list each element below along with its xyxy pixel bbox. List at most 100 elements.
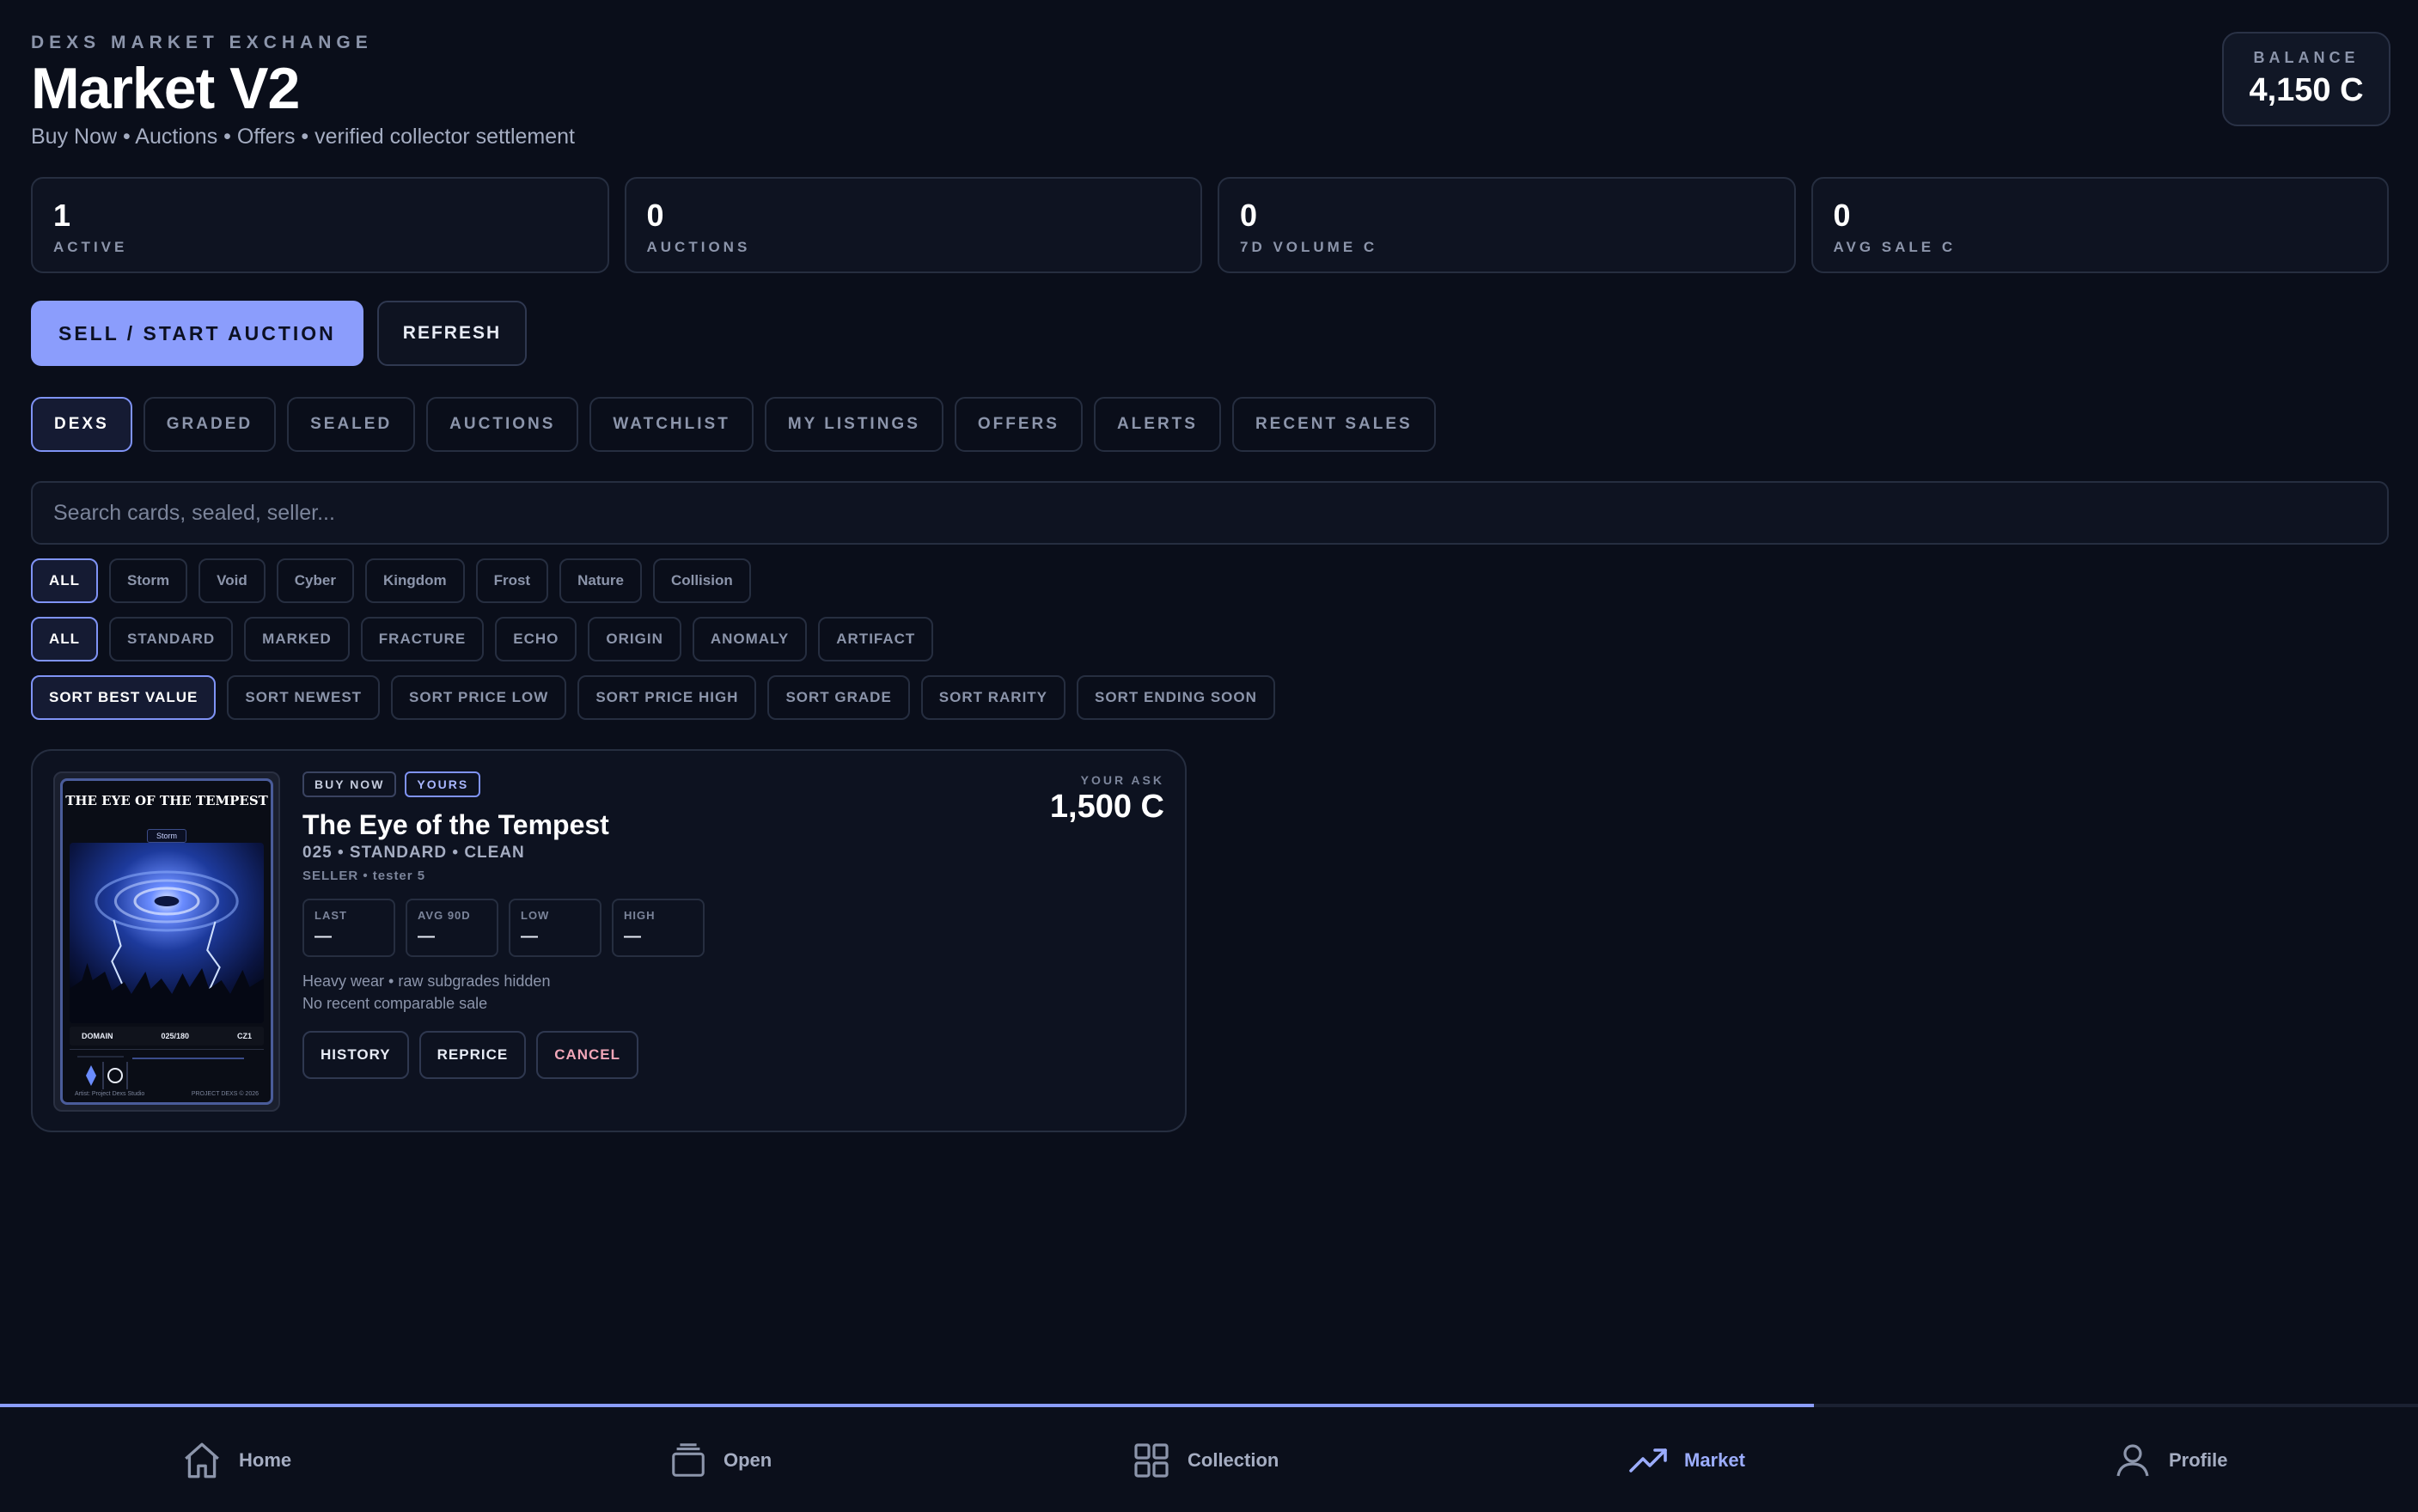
card-number: 025/180 — [161, 1032, 190, 1040]
sort-rarity[interactable]: SORT RARITY — [920, 675, 1066, 720]
tab-graded[interactable]: GRADED — [143, 397, 277, 452]
domain-filter-nature[interactable]: Nature — [559, 558, 642, 603]
stat-value: 0 — [1833, 198, 1851, 233]
card-artwork — [70, 843, 264, 1023]
condition-note: Heavy wear • raw subgrades hidden — [302, 972, 551, 990]
card-credit-line: Artist: Project Dexs Studio PROJECT DEXS… — [75, 1091, 259, 1097]
sort-price-high[interactable]: SORT PRICE HIGH — [577, 675, 757, 720]
card-thumbnail-title: THE EYE OF THE TEMPEST — [65, 793, 268, 808]
listing-seller: SELLER • tester 5 — [302, 869, 426, 883]
stat-value: 1 — [53, 198, 71, 233]
sort-newest[interactable]: SORT NEWEST — [227, 675, 381, 720]
stat-label: 7D VOLUME C — [1240, 239, 1378, 255]
nav-label: Open — [724, 1449, 772, 1471]
nav-profile[interactable]: Profile — [2112, 1436, 2227, 1485]
tab-sealed[interactable]: SEALED — [287, 397, 416, 452]
tab-offers[interactable]: OFFERS — [954, 397, 1083, 452]
storm-vortex-image — [70, 843, 264, 1023]
price-stat-last: LAST — — [302, 899, 395, 957]
search-input[interactable] — [31, 481, 2389, 545]
tab-auctions[interactable]: AUCTIONS — [426, 397, 579, 452]
card-set-code: CZ1 — [236, 1032, 252, 1040]
listing-card[interactable]: THE EYE OF THE TEMPEST Storm DOMAIN 025/… — [31, 749, 1187, 1132]
price-stat-value: — — [624, 927, 641, 946]
nav-label: Collection — [1188, 1449, 1279, 1471]
tab-recent-sales[interactable]: RECENT SALES — [1231, 397, 1436, 452]
stat-auctions: 0 AUCTIONS — [624, 177, 1202, 273]
stat-label: ACTIVE — [53, 239, 128, 255]
tab-watchlist[interactable]: WATCHLIST — [589, 397, 754, 452]
card-copyright: PROJECT DEXS © 2026 — [191, 1091, 259, 1097]
cancel-button[interactable]: CANCEL — [536, 1031, 639, 1079]
market-tabs: DEXS GRADED SEALED AUCTIONS WATCHLIST MY… — [31, 397, 1436, 452]
domain-filter-kingdom[interactable]: Kingdom — [364, 558, 465, 603]
buy-now-badge: BUY NOW — [302, 771, 397, 797]
card-frame: THE EYE OF THE TEMPEST Storm DOMAIN 025/… — [60, 778, 273, 1105]
stats-row: 1 ACTIVE 0 AUCTIONS 0 7D VOLUME C 0 AVG … — [31, 177, 2389, 273]
refresh-button[interactable]: REFRESH — [376, 301, 528, 366]
domain-filter-storm[interactable]: Storm — [109, 558, 188, 603]
page-subtitle: Buy Now • Auctions • Offers • verified c… — [31, 125, 575, 149]
page-title: Market V2 — [31, 56, 300, 121]
type-filter-all[interactable]: ALL — [31, 617, 99, 662]
page-eyebrow: DEXS MARKET EXCHANGE — [31, 33, 373, 52]
balance-value: 4,150 C — [2249, 72, 2364, 108]
price-stat-value: — — [521, 927, 538, 946]
nav-market[interactable]: Market — [1627, 1436, 1745, 1485]
sort-best-value[interactable]: SORT BEST VALUE — [31, 675, 217, 720]
tab-alerts[interactable]: ALERTS — [1093, 397, 1221, 452]
price-stat-high: HIGH — — [612, 899, 705, 957]
type-filter-fracture[interactable]: FRACTURE — [360, 617, 485, 662]
price-stat-avg-90d: AVG 90D — — [406, 899, 498, 957]
type-filter-origin[interactable]: ORIGIN — [588, 617, 681, 662]
stat-value: 0 — [646, 198, 664, 233]
reprice-button[interactable]: REPRICE — [418, 1031, 527, 1079]
sort-grade[interactable]: SORT GRADE — [767, 675, 910, 720]
price-stat-label: AVG 90D — [418, 909, 471, 922]
type-filter-artifact[interactable]: ARTIFACT — [818, 617, 934, 662]
price-stat-label: LOW — [521, 909, 550, 922]
domain-filter-collision[interactable]: Collision — [652, 558, 751, 603]
trending-up-icon — [1629, 1448, 1667, 1472]
sort-ending-soon[interactable]: SORT ENDING SOON — [1077, 675, 1275, 720]
sort-price-low[interactable]: SORT PRICE LOW — [391, 675, 567, 720]
listing-title[interactable]: The Eye of the Tempest — [302, 809, 609, 841]
stat-label: AUCTIONS — [646, 239, 751, 255]
tab-dexs[interactable]: DEXS — [31, 397, 132, 452]
price-stat-value: — — [314, 927, 332, 946]
nav-label: Home — [239, 1449, 292, 1471]
price-stat-label: HIGH — [624, 909, 656, 922]
price-stats: LAST — AVG 90D — LOW — HIGH — — [302, 899, 705, 957]
yours-badge: YOURS — [405, 771, 481, 797]
stat-label: AVG SALE C — [1833, 239, 1957, 255]
price-stat-value: — — [418, 927, 435, 946]
sell-auction-button[interactable]: SELL / START AUCTION — [31, 301, 363, 366]
domain-filter-frost[interactable]: Frost — [475, 558, 549, 603]
nav-open[interactable]: Open — [669, 1436, 772, 1485]
card-domain-label: DOMAIN — [82, 1032, 113, 1040]
comparable-sale-note: No recent comparable sale — [302, 995, 488, 1012]
domain-filter-all[interactable]: ALL — [31, 558, 99, 603]
listing-badges: BUY NOW YOURS — [302, 771, 481, 797]
nav-collection[interactable]: Collection — [1131, 1436, 1279, 1485]
type-filter-anomaly[interactable]: ANOMALY — [692, 617, 808, 662]
type-filter-standard[interactable]: STANDARD — [109, 617, 234, 662]
type-filter-marked[interactable]: MARKED — [244, 617, 350, 662]
price-stat-label: LAST — [314, 909, 347, 922]
listing-meta: 025 • STANDARD • CLEAN — [302, 844, 525, 862]
card-thumbnail[interactable]: THE EYE OF THE TEMPEST Storm DOMAIN 025/… — [53, 771, 280, 1112]
type-filter-row: ALL STANDARD MARKED FRACTURE ECHO ORIGIN… — [31, 617, 934, 662]
domain-filter-row: ALL Storm Void Cyber Kingdom Frost Natur… — [31, 558, 751, 603]
stat-active: 1 ACTIVE — [31, 177, 609, 273]
card-domain-tag: Storm — [146, 829, 187, 843]
domain-filter-void[interactable]: Void — [198, 558, 266, 603]
domain-filter-cyber[interactable]: Cyber — [276, 558, 354, 603]
user-icon — [2116, 1444, 2149, 1477]
history-button[interactable]: HISTORY — [302, 1031, 409, 1079]
bottom-nav: Home Open Collection Market Profile — [0, 1407, 2418, 1512]
type-filter-echo[interactable]: ECHO — [495, 617, 577, 662]
listing-actions: HISTORY REPRICE CANCEL — [302, 1031, 639, 1079]
nav-home[interactable]: Home — [180, 1436, 291, 1485]
tab-my-listings[interactable]: MY LISTINGS — [764, 397, 943, 452]
card-footer: DOMAIN 025/180 CZ1 — [70, 1027, 264, 1046]
